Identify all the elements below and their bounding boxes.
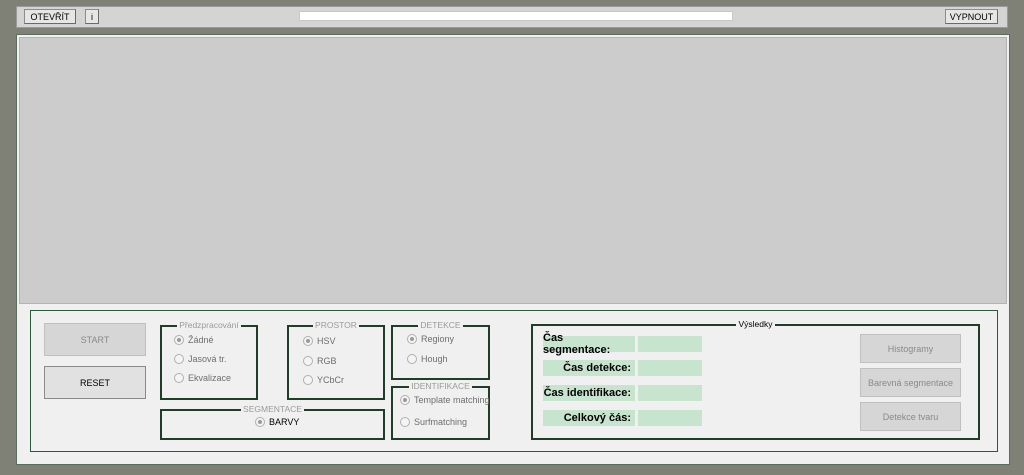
radio-hough[interactable]: Hough xyxy=(407,354,448,364)
radio-dot xyxy=(303,375,313,385)
total-time-value xyxy=(638,410,702,426)
control-panel: START RESET Předzpracování Žádné Jasová … xyxy=(30,310,998,452)
detection-title: DETEKCE xyxy=(418,320,463,330)
radio-none[interactable]: Žádné xyxy=(174,335,214,345)
histograms-button[interactable]: Histogramy xyxy=(860,334,961,363)
radio-brightness[interactable]: Jasová tr. xyxy=(174,354,227,364)
radio-dot xyxy=(407,334,417,344)
open-button[interactable]: OTEVŘÍT xyxy=(24,9,76,24)
info-button[interactable]: i xyxy=(85,9,99,24)
space-title: PROSTOR xyxy=(313,320,359,330)
radio-dot xyxy=(174,373,184,383)
radio-rgb[interactable]: RGB xyxy=(303,356,337,366)
shape-detection-button[interactable]: Detekce tvaru xyxy=(860,402,961,431)
results-title: Výsledky xyxy=(736,319,775,329)
exit-button[interactable]: VYPNOUT xyxy=(945,9,998,24)
segmentation-group: SEGMENTACE BARVY xyxy=(160,404,385,440)
radio-dot xyxy=(255,417,265,427)
radio-template-matching[interactable]: Template matching xyxy=(400,395,490,405)
identification-title: IDENTIFIKACE xyxy=(409,381,472,391)
progress-bar xyxy=(299,11,733,21)
total-time-label: Celkový čás: xyxy=(543,410,635,426)
radio-surfmatching[interactable]: Surfmatching xyxy=(400,417,467,427)
reset-button[interactable]: RESET xyxy=(44,366,146,399)
radio-equalization[interactable]: Ekvalizace xyxy=(174,373,231,383)
radio-dot xyxy=(303,336,313,346)
top-toolbar: OTEVŘÍT i VYPNOUT xyxy=(16,6,1008,28)
radio-dot xyxy=(400,417,410,427)
detection-time-value xyxy=(638,360,702,376)
radio-dot xyxy=(303,356,313,366)
image-canvas xyxy=(19,37,1007,304)
detection-time-label: Čas detekce: xyxy=(543,360,635,376)
results-group: Výsledky Čas segmentace: Čas detekce: Ča… xyxy=(531,319,980,440)
start-button[interactable]: START xyxy=(44,323,146,356)
segmentation-time-value xyxy=(638,336,702,352)
color-segmentation-button[interactable]: Barevná segmentace xyxy=(860,368,961,397)
radio-ycbcr[interactable]: YCbCr xyxy=(303,375,344,385)
preprocessing-group: Předzpracování Žádné Jasová tr. Ekvaliza… xyxy=(160,320,258,400)
segmentation-time-label: Čas segmentace: xyxy=(543,332,635,356)
identification-time-value xyxy=(638,385,702,401)
color-space-group: PROSTOR HSV RGB YCbCr xyxy=(287,320,385,400)
identification-group: IDENTIFIKACE Template matching Surfmatch… xyxy=(391,381,490,440)
radio-dot xyxy=(174,335,184,345)
radio-dot xyxy=(174,354,184,364)
radio-dot xyxy=(407,354,417,364)
radio-dot xyxy=(400,395,410,405)
segmentation-title: SEGMENTACE xyxy=(241,404,304,414)
preprocessing-title: Předzpracování xyxy=(177,320,241,330)
detection-group: DETEKCE Regiony Hough xyxy=(391,320,490,380)
radio-hsv[interactable]: HSV xyxy=(303,336,336,346)
identification-time-label: Čas identifikace: xyxy=(543,385,635,401)
radio-regions[interactable]: Regiony xyxy=(407,334,454,344)
radio-colors[interactable]: BARVY xyxy=(255,417,299,427)
